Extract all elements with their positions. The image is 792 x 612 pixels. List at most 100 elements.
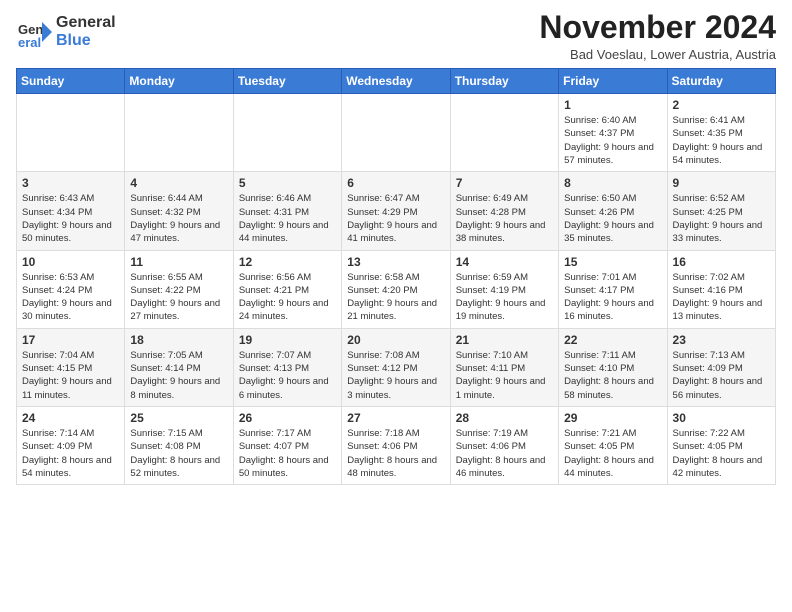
- day-info: Sunrise: 7:15 AM Sunset: 4:08 PM Dayligh…: [130, 427, 227, 480]
- day-cell: 3Sunrise: 6:43 AM Sunset: 4:34 PM Daylig…: [17, 172, 125, 250]
- day-cell: 22 Sunrise: 7:11 AM Sunset: 4:10 PM Dayli…: [559, 328, 667, 406]
- weekday-row: SundayMondayTuesdayWednesdayThursdayFrid…: [17, 69, 776, 94]
- day-cell: 10 Sunrise: 6:53 AM Sunset: 4:24 PM Dayli…: [17, 250, 125, 328]
- weekday-header-monday: Monday: [125, 69, 233, 94]
- day-number: 13: [347, 255, 444, 269]
- logo-blue: Blue: [56, 32, 116, 50]
- location: Bad Voeslau, Lower Austria, Austria: [539, 47, 776, 62]
- day-cell: 26Sunrise: 7:17 AM Sunset: 4:07 PM Dayli…: [233, 406, 341, 484]
- day-info: Sunrise: 7:04 AM Sunset: 4:15 PM Dayligh…: [22, 349, 119, 402]
- day-info: Sunrise: 6:53 AM Sunset: 4:24 PM Dayligh…: [22, 271, 119, 324]
- day-info: Sunrise: 7:01 AM Sunset: 4:17 PM Dayligh…: [564, 271, 661, 324]
- day-info: Sunrise: 6:46 AM Sunset: 4:31 PM Dayligh…: [239, 192, 336, 245]
- day-cell: 6Sunrise: 6:47 AM Sunset: 4:29 PM Daylig…: [342, 172, 450, 250]
- day-info: Sunrise: 7:13 AM Sunset: 4:09 PM Dayligh…: [673, 349, 770, 402]
- day-number: 29: [564, 411, 661, 425]
- week-row-5: 24Sunrise: 7:14 AM Sunset: 4:09 PM Dayli…: [17, 406, 776, 484]
- day-cell: 19Sunrise: 7:07 AM Sunset: 4:13 PM Dayli…: [233, 328, 341, 406]
- day-info: Sunrise: 7:22 AM Sunset: 4:05 PM Dayligh…: [673, 427, 770, 480]
- day-number: 7: [456, 176, 553, 190]
- calendar-table: SundayMondayTuesdayWednesdayThursdayFrid…: [16, 68, 776, 485]
- day-number: 26: [239, 411, 336, 425]
- day-cell: 8Sunrise: 6:50 AM Sunset: 4:26 PM Daylig…: [559, 172, 667, 250]
- day-info: Sunrise: 6:44 AM Sunset: 4:32 PM Dayligh…: [130, 192, 227, 245]
- day-info: Sunrise: 6:47 AM Sunset: 4:29 PM Dayligh…: [347, 192, 444, 245]
- day-info: Sunrise: 6:52 AM Sunset: 4:25 PM Dayligh…: [673, 192, 770, 245]
- day-number: 14: [456, 255, 553, 269]
- day-info: Sunrise: 6:59 AM Sunset: 4:19 PM Dayligh…: [456, 271, 553, 324]
- week-row-2: 3Sunrise: 6:43 AM Sunset: 4:34 PM Daylig…: [17, 172, 776, 250]
- day-cell: 7 Sunrise: 6:49 AM Sunset: 4:28 PM Daylig…: [450, 172, 558, 250]
- day-cell: 20Sunrise: 7:08 AM Sunset: 4:12 PM Dayli…: [342, 328, 450, 406]
- logo-general: General: [56, 14, 116, 32]
- logo-text: General Blue: [56, 14, 116, 49]
- day-cell: 25 Sunrise: 7:15 AM Sunset: 4:08 PM Dayli…: [125, 406, 233, 484]
- week-row-3: 10 Sunrise: 6:53 AM Sunset: 4:24 PM Dayli…: [17, 250, 776, 328]
- day-cell: 16 Sunrise: 7:02 AM Sunset: 4:16 PM Dayli…: [667, 250, 775, 328]
- day-cell: 27Sunrise: 7:18 AM Sunset: 4:06 PM Dayli…: [342, 406, 450, 484]
- day-cell: [342, 94, 450, 172]
- day-info: Sunrise: 6:43 AM Sunset: 4:34 PM Dayligh…: [22, 192, 119, 245]
- day-info: Sunrise: 6:56 AM Sunset: 4:21 PM Dayligh…: [239, 271, 336, 324]
- weekday-header-wednesday: Wednesday: [342, 69, 450, 94]
- month-year: November 2024: [539, 10, 776, 45]
- weekday-header-friday: Friday: [559, 69, 667, 94]
- day-number: 9: [673, 176, 770, 190]
- calendar-header: SundayMondayTuesdayWednesdayThursdayFrid…: [17, 69, 776, 94]
- day-cell: 1Sunrise: 6:40 AM Sunset: 4:37 PM Daylig…: [559, 94, 667, 172]
- day-info: Sunrise: 7:21 AM Sunset: 4:05 PM Dayligh…: [564, 427, 661, 480]
- day-cell: 9 Sunrise: 6:52 AM Sunset: 4:25 PM Daylig…: [667, 172, 775, 250]
- day-number: 8: [564, 176, 661, 190]
- day-cell: 17 Sunrise: 7:04 AM Sunset: 4:15 PM Dayli…: [17, 328, 125, 406]
- day-number: 5: [239, 176, 336, 190]
- weekday-header-sunday: Sunday: [17, 69, 125, 94]
- day-number: 1: [564, 98, 661, 112]
- day-cell: [17, 94, 125, 172]
- logo: Gen eral General Blue: [16, 14, 116, 50]
- day-cell: 28 Sunrise: 7:19 AM Sunset: 4:06 PM Dayli…: [450, 406, 558, 484]
- title-block: November 2024 Bad Voeslau, Lower Austria…: [539, 10, 776, 62]
- day-cell: 12 Sunrise: 6:56 AM Sunset: 4:21 PM Dayli…: [233, 250, 341, 328]
- calendar-body: 1Sunrise: 6:40 AM Sunset: 4:37 PM Daylig…: [17, 94, 776, 485]
- day-number: 30: [673, 411, 770, 425]
- day-number: 25: [130, 411, 227, 425]
- day-number: 11: [130, 255, 227, 269]
- day-cell: 30 Sunrise: 7:22 AM Sunset: 4:05 PM Dayli…: [667, 406, 775, 484]
- day-cell: 5 Sunrise: 6:46 AM Sunset: 4:31 PM Daylig…: [233, 172, 341, 250]
- day-number: 16: [673, 255, 770, 269]
- day-info: Sunrise: 7:11 AM Sunset: 4:10 PM Dayligh…: [564, 349, 661, 402]
- day-cell: 23 Sunrise: 7:13 AM Sunset: 4:09 PM Dayli…: [667, 328, 775, 406]
- weekday-header-thursday: Thursday: [450, 69, 558, 94]
- weekday-header-saturday: Saturday: [667, 69, 775, 94]
- day-cell: 21Sunrise: 7:10 AM Sunset: 4:11 PM Dayli…: [450, 328, 558, 406]
- day-info: Sunrise: 7:05 AM Sunset: 4:14 PM Dayligh…: [130, 349, 227, 402]
- day-info: Sunrise: 7:07 AM Sunset: 4:13 PM Dayligh…: [239, 349, 336, 402]
- day-info: Sunrise: 7:02 AM Sunset: 4:16 PM Dayligh…: [673, 271, 770, 324]
- day-number: 23: [673, 333, 770, 347]
- day-cell: 24Sunrise: 7:14 AM Sunset: 4:09 PM Dayli…: [17, 406, 125, 484]
- day-cell: [233, 94, 341, 172]
- day-info: Sunrise: 6:49 AM Sunset: 4:28 PM Dayligh…: [456, 192, 553, 245]
- day-info: Sunrise: 6:41 AM Sunset: 4:35 PM Dayligh…: [673, 114, 770, 167]
- day-number: 24: [22, 411, 119, 425]
- day-cell: [450, 94, 558, 172]
- day-number: 15: [564, 255, 661, 269]
- day-number: 20: [347, 333, 444, 347]
- weekday-header-tuesday: Tuesday: [233, 69, 341, 94]
- day-number: 4: [130, 176, 227, 190]
- day-cell: 29 Sunrise: 7:21 AM Sunset: 4:05 PM Dayli…: [559, 406, 667, 484]
- day-info: Sunrise: 6:58 AM Sunset: 4:20 PM Dayligh…: [347, 271, 444, 324]
- day-cell: [125, 94, 233, 172]
- day-info: Sunrise: 7:18 AM Sunset: 4:06 PM Dayligh…: [347, 427, 444, 480]
- day-number: 22: [564, 333, 661, 347]
- day-info: Sunrise: 7:19 AM Sunset: 4:06 PM Dayligh…: [456, 427, 553, 480]
- day-number: 17: [22, 333, 119, 347]
- day-cell: 15 Sunrise: 7:01 AM Sunset: 4:17 PM Dayli…: [559, 250, 667, 328]
- day-number: 28: [456, 411, 553, 425]
- svg-text:eral: eral: [18, 35, 41, 50]
- day-number: 10: [22, 255, 119, 269]
- logo-icon: Gen eral: [16, 14, 52, 50]
- day-cell: 13 Sunrise: 6:58 AM Sunset: 4:20 PM Dayli…: [342, 250, 450, 328]
- page-header: Gen eral General Blue November 2024 Bad …: [16, 10, 776, 62]
- day-number: 12: [239, 255, 336, 269]
